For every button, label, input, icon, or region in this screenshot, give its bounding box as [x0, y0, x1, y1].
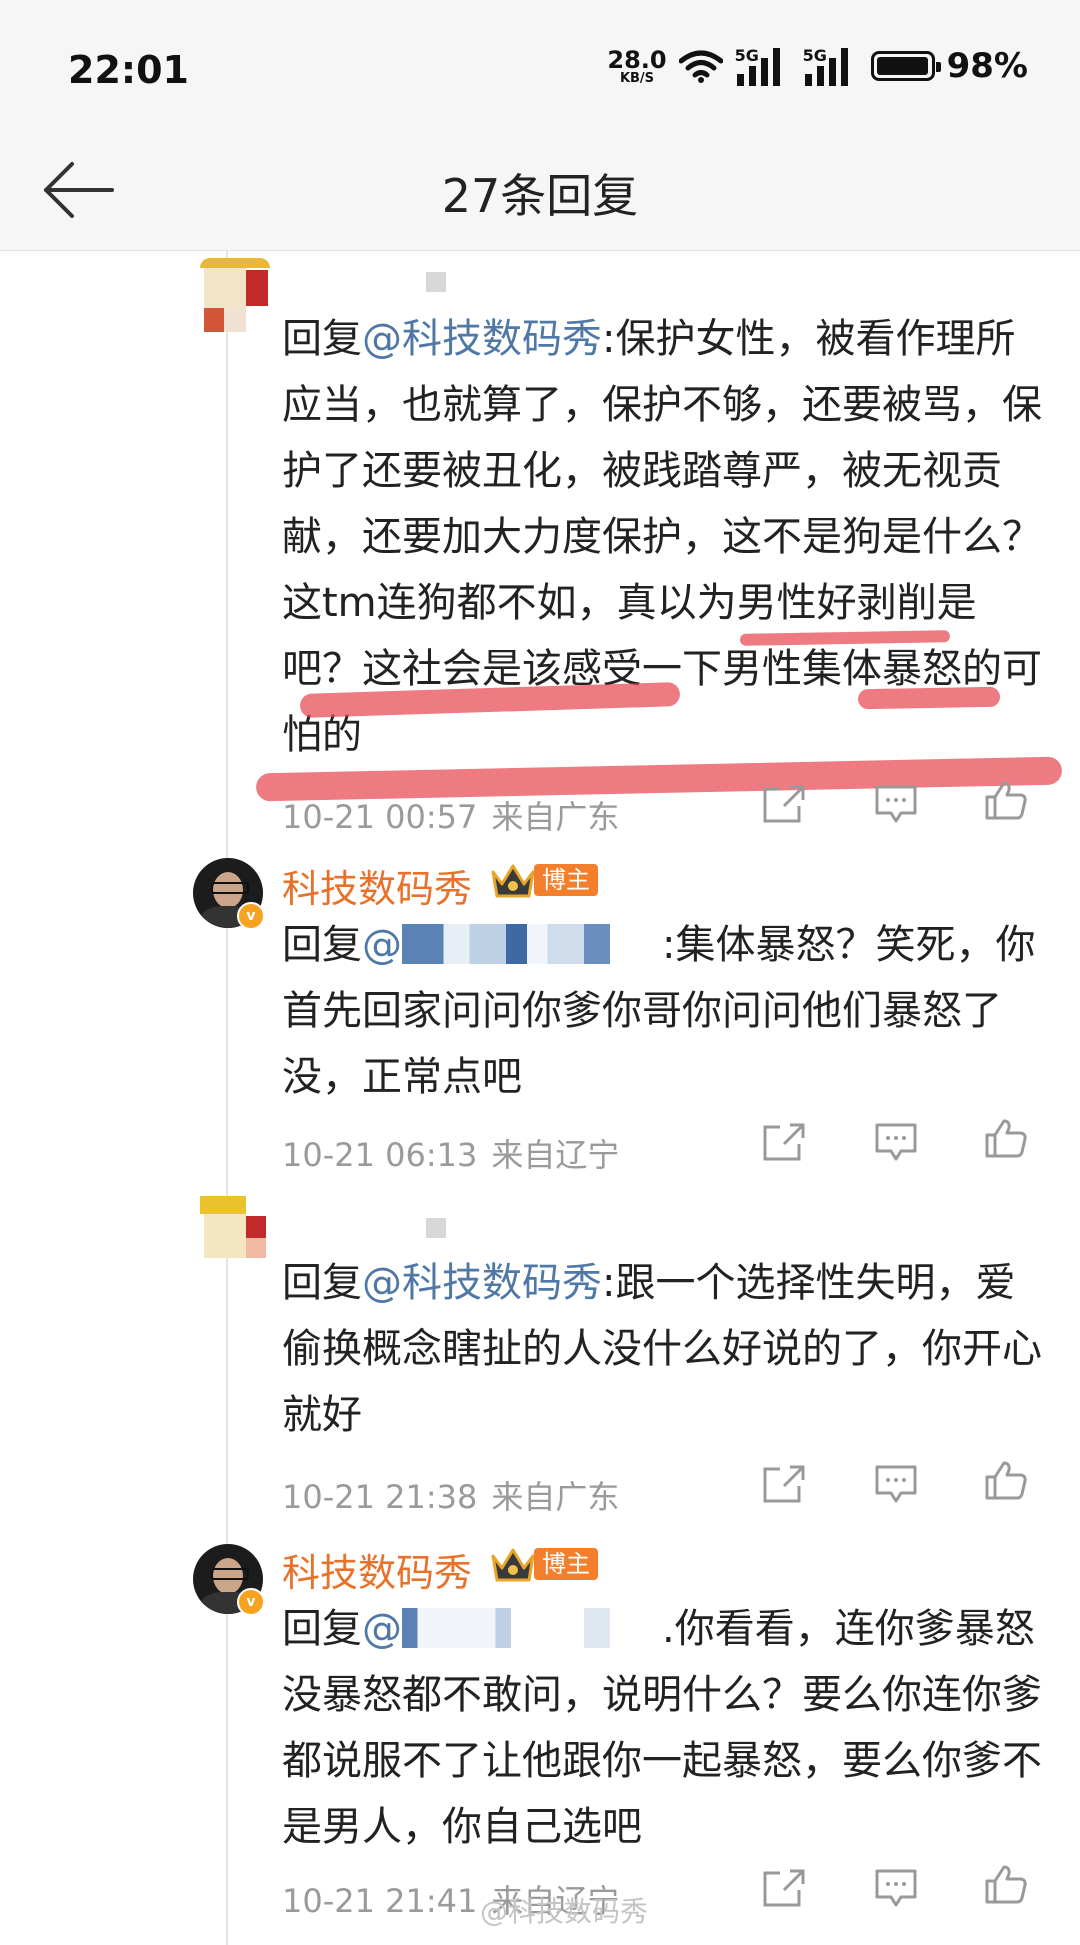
username[interactable]: 科技数码秀 [282, 1542, 472, 1597]
wifi-icon [678, 50, 723, 83]
username-pixelated[interactable] [426, 272, 446, 292]
comment-text: 回复@ .你看看，连你爹暴怒没暴怒都不敢问，说明什么？要么你连你爹都说服不了让他跟… [282, 1606, 1042, 1850]
crown-icon [491, 1548, 535, 1582]
share-icon[interactable] [762, 1464, 806, 1504]
comment-meta: 10-21 00:57 来自广东 [282, 798, 620, 836]
avatar-pixelated[interactable] [200, 1196, 270, 1278]
battery-icon [870, 51, 941, 81]
battery-percent: 98% [946, 46, 1028, 86]
comment-text: 回复@科技数码秀:跟一个选择性失明，爱偷换概念瞎扯的人没什么好说的了，你开心就好 [282, 1260, 1042, 1438]
share-icon[interactable] [762, 1868, 806, 1908]
signal-icon-sim1: 5G [735, 46, 791, 86]
comment-meta: 10-21 06:13 来自辽宁 [282, 1136, 620, 1174]
thread-line [226, 250, 228, 1945]
mention-link[interactable]: @ [362, 1606, 662, 1652]
comment-icon[interactable] [874, 784, 918, 824]
avatar-pixelated[interactable] [200, 258, 270, 338]
verified-badge-icon: v [237, 1588, 265, 1616]
status-icons: 28.0 KB/S 5G 5G 98% [607, 46, 1028, 86]
mention-pixelated [402, 924, 662, 964]
comment-text: 回复@:集体暴怒？笑死，你首先回家问问你爹你哥你问问他们暴怒了没，正常点吧 [282, 922, 1036, 1100]
signal-icon-sim2: 5G [803, 46, 859, 86]
like-icon[interactable] [984, 1460, 1028, 1500]
like-icon[interactable] [984, 1864, 1028, 1904]
comment-meta: 10-21 21:38 来自广东 [282, 1478, 620, 1516]
share-icon[interactable] [762, 1122, 806, 1162]
highlight-mark [857, 686, 1001, 710]
page-title: 27条回复 [441, 169, 639, 223]
like-icon[interactable] [984, 1118, 1028, 1158]
comment-icon[interactable] [874, 1122, 918, 1162]
share-icon[interactable] [762, 784, 806, 824]
comment-icon[interactable] [874, 1868, 918, 1908]
comment-icon[interactable] [874, 1464, 918, 1504]
like-icon[interactable] [984, 780, 1028, 820]
blogger-badge: 博主 [534, 864, 598, 896]
network-speed: 28.0 KB/S [607, 45, 667, 86]
mention-link[interactable]: @科技数码秀 [362, 1260, 602, 1306]
verified-badge-icon: v [237, 902, 265, 930]
mention-link[interactable]: @科技数码秀 [362, 316, 602, 362]
status-time: 22:01 [68, 48, 189, 92]
mention-link[interactable]: @ [362, 922, 662, 968]
watermark: @科技数码秀 [480, 1895, 649, 1928]
mention-pixelated [402, 1608, 662, 1648]
crown-icon [491, 864, 535, 898]
username[interactable]: 科技数码秀 [282, 858, 472, 913]
top-nav-bar: 27条回复 [0, 130, 1080, 251]
blogger-badge: 博主 [534, 1548, 598, 1580]
status-bar: 22:01 28.0 KB/S 5G 5G 98% [0, 0, 1080, 130]
username-pixelated[interactable] [426, 1218, 446, 1238]
